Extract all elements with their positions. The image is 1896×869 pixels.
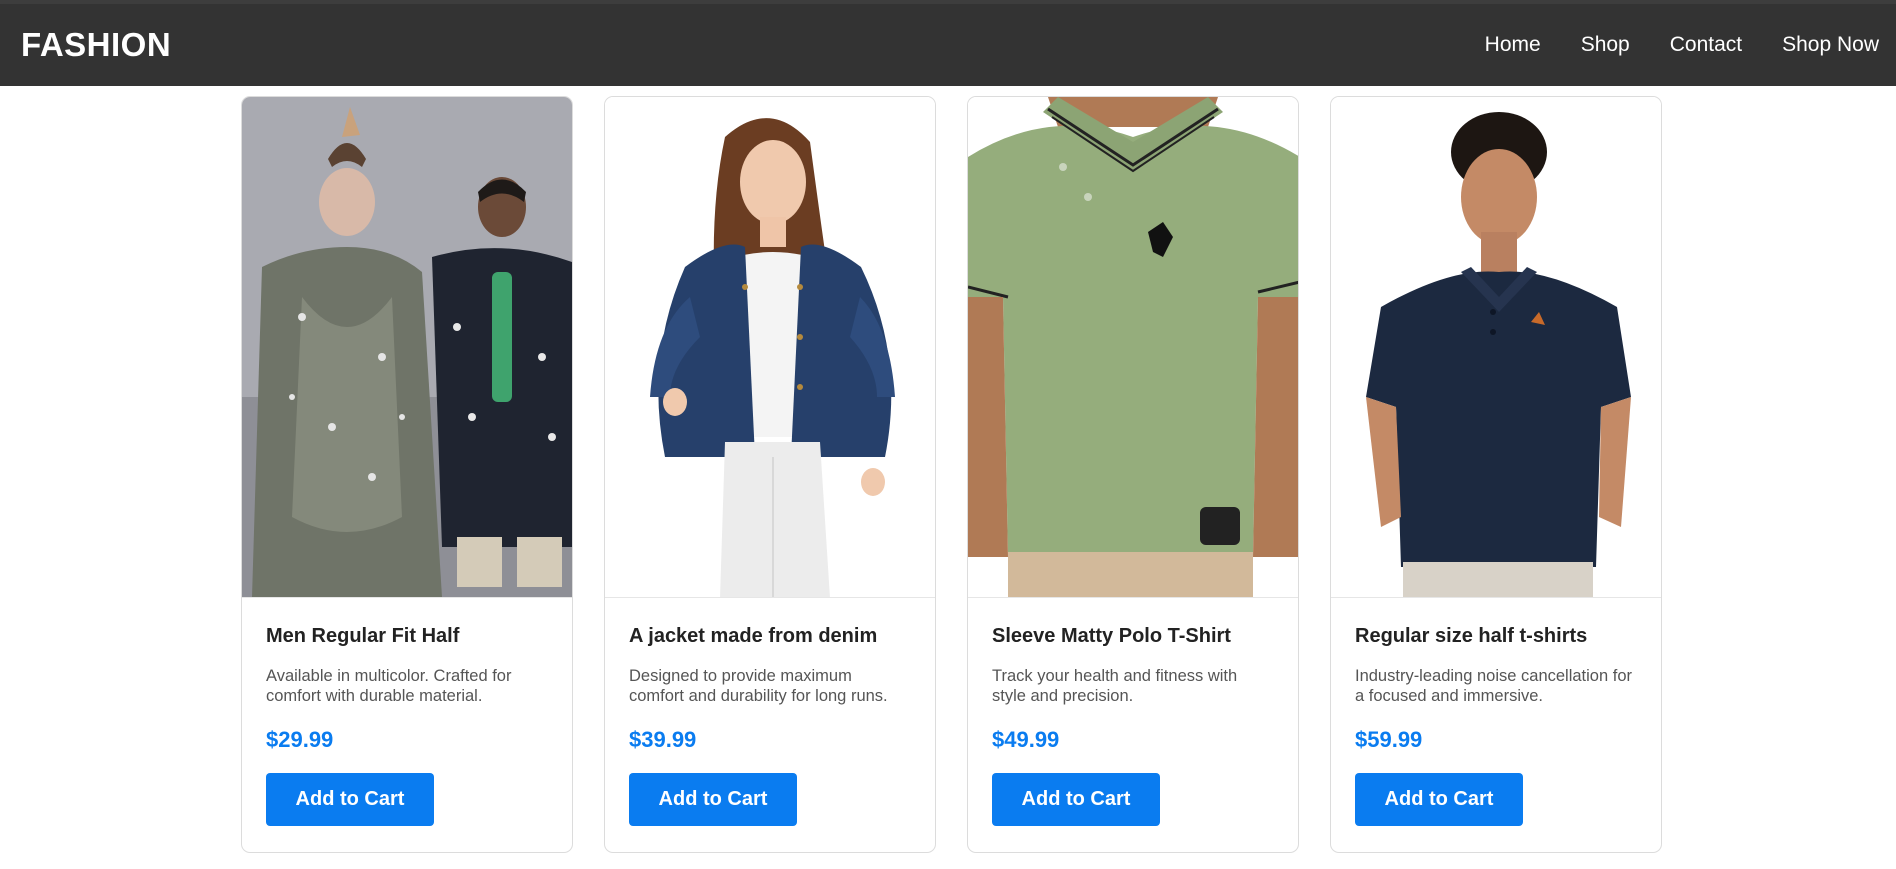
top-navbar: FASHION Home Shop Contact Shop Now	[0, 0, 1896, 86]
brand-logo[interactable]: FASHION	[21, 26, 171, 64]
product-image-navy-polo[interactable]	[1331, 97, 1661, 598]
product-description: Available in multicolor. Crafted for com…	[266, 667, 512, 705]
product-grid: Men Regular Fit Half Available in multic…	[241, 96, 1662, 853]
product-price: $39.99	[629, 727, 697, 752]
main-nav: Home Shop Contact Shop Now	[1485, 4, 1896, 86]
product-title[interactable]: Regular size half t-shirts	[1355, 625, 1637, 648]
product-card: Regular size half t-shirts Industry-lead…	[1330, 96, 1662, 853]
product-card: Men Regular Fit Half Available in multic…	[241, 96, 573, 853]
product-title[interactable]: A jacket made from denim	[629, 625, 911, 648]
nav-shop[interactable]: Shop	[1581, 33, 1630, 57]
add-to-cart-button[interactable]: Add to Cart	[992, 773, 1160, 826]
product-card: A jacket made from denim Designed to pro…	[604, 96, 936, 853]
product-price: $49.99	[992, 727, 1060, 752]
nav-home[interactable]: Home	[1485, 33, 1541, 57]
product-image-two-models[interactable]	[242, 97, 572, 598]
product-price: $29.99	[266, 727, 334, 752]
product-description: Industry-leading noise cancellation for …	[1355, 667, 1632, 705]
product-title[interactable]: Men Regular Fit Half	[266, 625, 548, 648]
add-to-cart-button[interactable]: Add to Cart	[1355, 773, 1523, 826]
product-image-green-polo[interactable]	[968, 97, 1298, 598]
product-info: Sleeve Matty Polo T-Shirt Track your hea…	[968, 598, 1298, 826]
add-to-cart-button[interactable]: Add to Cart	[629, 773, 797, 826]
product-info: A jacket made from denim Designed to pro…	[605, 598, 935, 826]
nav-contact[interactable]: Contact	[1670, 33, 1742, 57]
product-card: Sleeve Matty Polo T-Shirt Track your hea…	[967, 96, 1299, 853]
product-image-denim-jacket[interactable]	[605, 97, 935, 598]
nav-shop-now[interactable]: Shop Now	[1782, 33, 1879, 57]
product-info: Regular size half t-shirts Industry-lead…	[1331, 598, 1661, 826]
product-title[interactable]: Sleeve Matty Polo T-Shirt	[992, 625, 1274, 648]
add-to-cart-button[interactable]: Add to Cart	[266, 773, 434, 826]
product-description: Designed to provide maximum comfort and …	[629, 667, 888, 705]
product-price: $59.99	[1355, 727, 1423, 752]
product-info: Men Regular Fit Half Available in multic…	[242, 598, 572, 826]
product-description: Track your health and fitness with style…	[992, 667, 1238, 705]
